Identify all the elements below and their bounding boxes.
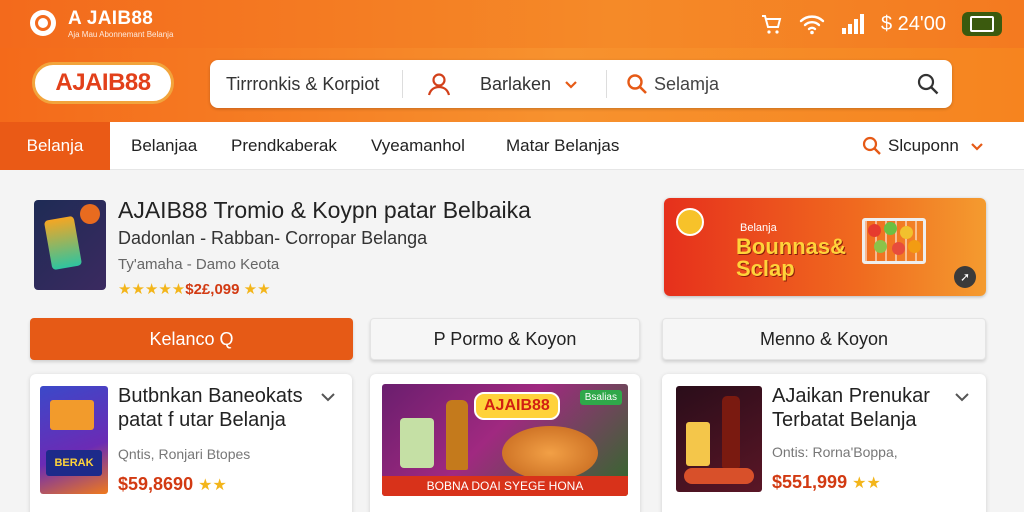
tab-menno-koyon[interactable]: Menno & Koyon [662, 318, 986, 360]
promo-subtitle: Dadonlan - Rabban- Corropar Belanga [118, 228, 428, 248]
product-brand-logo: AJAIB88 [474, 392, 560, 420]
search-submit-icon[interactable] [916, 72, 940, 96]
app-tagline: Aja Mau Abonnemant Belanja [68, 30, 174, 39]
product-price: $551,999 [772, 472, 848, 492]
search-field[interactable]: Selamja [626, 60, 719, 108]
product-image [676, 386, 762, 492]
wifi-icon [799, 15, 825, 35]
banner-badge-icon [676, 208, 704, 236]
battery-icon [962, 12, 1002, 36]
arrow-right-icon[interactable]: ➚ [954, 266, 976, 288]
user-icon [427, 73, 451, 96]
banner-headline-line2: Sclap [736, 256, 795, 281]
search-icon [862, 136, 881, 155]
product-title: AJaikan Prenukar Terbatat Belanja [772, 384, 930, 432]
product-price-row: $59,8690 ★★ [118, 474, 227, 495]
category-selector[interactable]: Tirrronkis & Korpiot [226, 60, 379, 108]
search-icon [627, 74, 647, 94]
rating-stars: ★★ [852, 475, 881, 492]
user-selector[interactable]: Barlaken [426, 60, 579, 108]
product-title-line1: Butbnkan Baneokats [118, 385, 303, 407]
product-title-line2: Terbatat Belanja [772, 409, 917, 431]
product-card[interactable]: AJaikan Prenukar Terbatat Belanja Ontis:… [662, 374, 986, 512]
search-bar[interactable]: Tirrronkis & Korpiot Barlaken Selamja [210, 60, 952, 108]
product-subtitle: Ontis: Rorna'Boppa, [772, 444, 898, 460]
tab-promo-koyon[interactable]: P Pormo & Koyon [370, 318, 640, 360]
chevron-down-icon [971, 143, 983, 151]
promo-banner[interactable]: Belanja Bounnas& Sclap ➚ [664, 198, 986, 296]
user-selector-label: Barlaken [480, 73, 552, 94]
chevron-down-icon [565, 81, 577, 89]
nav-item-vyeamanhol[interactable]: Vyeamanhol [371, 122, 465, 170]
status-bar: A JAIB88 Aja Mau Abonnemant Belanja $ 24… [0, 0, 1024, 48]
nav-item-prendkaberak[interactable]: Prendkaberak [231, 122, 337, 170]
product-title-line2: patat f utar Belanja [118, 409, 286, 431]
product-image-label: BERAK [46, 450, 102, 476]
product-title: Butbnkan Baneokats patat f utar Belanja [118, 384, 303, 432]
product-title-line1: AJaikan Prenukar [772, 385, 930, 407]
product-card[interactable]: AJAIB88 Bsalias BOBNA DOAI SYEGE HONA [370, 374, 640, 512]
promo-thumbnail[interactable] [34, 200, 106, 290]
product-price-row: $551,999 ★★ [772, 472, 881, 493]
banner-headline-line1: Bounnas& [736, 234, 846, 259]
divider [402, 70, 403, 98]
status-icons: $ 24'00 [759, 10, 1002, 38]
app-header: AJAIB88 Tirrronkis & Korpiot Barlaken Se… [0, 48, 1024, 122]
chevron-down-icon[interactable] [954, 390, 970, 404]
promo-meta: Ty'amaha - Damo Keota [118, 256, 280, 273]
product-tag: Bsalias [579, 390, 622, 405]
product-footer-text: BOBNA DOAI SYEGE HONA [382, 476, 628, 496]
rating-stars: ★★ [243, 281, 271, 298]
nav-item-belanja[interactable]: Belanja [0, 122, 110, 170]
banner-headline: Bounnas& Sclap [736, 236, 846, 280]
coupon-dropdown[interactable]: Slcuponn [862, 122, 985, 170]
promo-price: $2£,099 [185, 281, 240, 298]
rating-stars: ★★★★★ [118, 281, 186, 298]
coupon-label: Slcuponn [888, 136, 959, 155]
product-price: $59,8690 [118, 474, 194, 494]
nav-item-matar-belanjas[interactable]: Matar Belanjas [506, 122, 619, 170]
promo-price-row: ★★★★★$2£,099 ★★ [118, 280, 271, 298]
promo-title[interactable]: AJAIB88 Tromio & Koypn patar Belbaika [118, 197, 531, 224]
signal-icon [842, 14, 864, 34]
nav-item-belanjaa[interactable]: Belanjaa [131, 122, 197, 170]
brand-logo[interactable]: AJAIB88 [32, 62, 174, 104]
product-image: BERAK [40, 386, 108, 494]
shopping-cart-image [852, 208, 936, 278]
product-image: AJAIB88 Bsalias BOBNA DOAI SYEGE HONA [382, 384, 628, 496]
divider [606, 70, 607, 98]
category-nav: Belanja Belanjaa Prendkaberak Vyeamanhol… [0, 122, 1024, 170]
product-subtitle: Qntis, Ronjari Btopes [118, 446, 251, 462]
search-input[interactable]: Selamja [654, 74, 719, 95]
tab-kelanco[interactable]: Kelanco Q [30, 318, 353, 360]
chevron-down-icon[interactable] [320, 390, 336, 404]
balance-text: $ 24'00 [881, 12, 946, 35]
product-card[interactable]: BERAK Butbnkan Baneokats patat f utar Be… [30, 374, 352, 512]
app-name: A JAIB88 [68, 8, 154, 29]
cart-icon[interactable] [759, 12, 783, 36]
app-logo-icon [30, 10, 56, 36]
banner-small-text: Belanja [740, 222, 777, 234]
rating-stars: ★★ [198, 477, 227, 494]
